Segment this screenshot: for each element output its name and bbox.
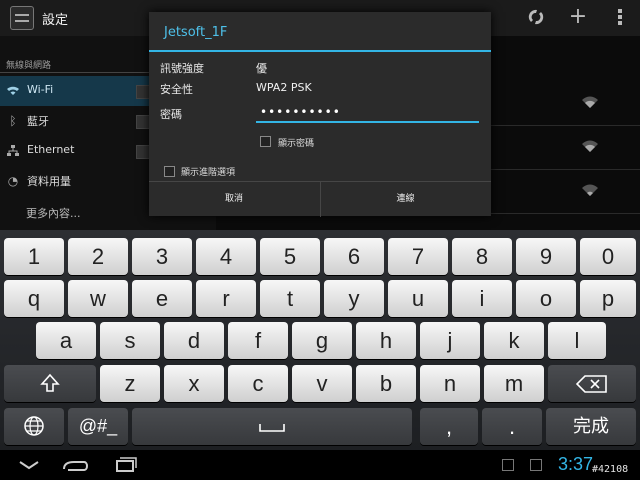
connect-button[interactable]: 連線 [320, 182, 490, 217]
key-v[interactable]: v [292, 365, 352, 402]
key-y[interactable]: y [324, 280, 384, 317]
key-z[interactable]: z [100, 365, 160, 402]
key-d[interactable]: d [164, 322, 224, 359]
done-key[interactable]: 完成 [546, 408, 636, 445]
password-label: 密碼 [160, 108, 182, 121]
menu-item-label: 更多內容... [26, 207, 81, 220]
space-bar-icon [259, 424, 285, 432]
comma-key[interactable]: , [420, 408, 478, 445]
menu-item-label: Wi-Fi [27, 83, 54, 96]
ethernet-icon [6, 144, 20, 158]
wifi-signal-icon [582, 96, 598, 108]
space-key[interactable] [132, 408, 412, 445]
dialog-button-bar: 取消 連線 [149, 181, 491, 217]
key-h[interactable]: h [356, 322, 416, 359]
watermark-label: #42108 [592, 464, 629, 475]
key-i[interactable]: i [452, 280, 512, 317]
key-x[interactable]: x [164, 365, 224, 402]
hide-keyboard-icon[interactable] [14, 455, 44, 475]
shift-key[interactable] [4, 365, 96, 402]
menu-item-label: 藍牙 [27, 115, 49, 128]
period-key[interactable]: . [482, 408, 542, 445]
wifi-connect-dialog: Jetsoft_1F 訊號強度 優 安全性 WPA2 PSK 密碼 顯示密碼 顯… [149, 12, 491, 217]
app-title: 設定 [42, 13, 69, 28]
status-clock: 3:37 [558, 454, 594, 474]
key-u[interactable]: u [388, 280, 448, 317]
gallery-notification-icon [530, 459, 542, 471]
wifi-signal-icon [582, 140, 598, 152]
key-o[interactable]: o [516, 280, 576, 317]
key-f[interactable]: f [228, 322, 288, 359]
key-2[interactable]: 2 [68, 238, 128, 275]
shift-icon [40, 373, 60, 392]
bluetooth-icon: ᛒ [9, 114, 17, 128]
system-nav-bar: 3:37 [0, 450, 640, 480]
menu-item-label: 資料用量 [27, 175, 71, 188]
key-w[interactable]: w [68, 280, 128, 317]
key-s[interactable]: s [100, 322, 160, 359]
key-n[interactable]: n [420, 365, 480, 402]
show-password-label[interactable]: 顯示密碼 [278, 136, 314, 149]
cancel-button[interactable]: 取消 [149, 182, 319, 217]
home-icon[interactable] [60, 455, 90, 475]
key-a[interactable]: a [36, 322, 96, 359]
password-input[interactable] [256, 103, 479, 123]
backspace-icon [575, 375, 607, 393]
globe-icon [24, 416, 44, 436]
key-r[interactable]: r [196, 280, 256, 317]
key-p[interactable]: p [580, 280, 636, 317]
security-value: WPA2 PSK [256, 81, 312, 94]
key-e[interactable]: e [132, 280, 192, 317]
advanced-options-checkbox[interactable] [164, 166, 175, 177]
menu-item-label: Ethernet [27, 143, 75, 156]
action-bar-icons: + [524, 4, 632, 30]
key-6[interactable]: 6 [324, 238, 384, 275]
key-q[interactable]: q [4, 280, 64, 317]
wifi-icon [6, 84, 20, 98]
show-password-checkbox[interactable] [260, 136, 271, 147]
soft-keyboard: 1 2 3 4 5 6 7 8 9 0 q w e r t y u i o p … [0, 230, 640, 450]
add-icon[interactable]: + [566, 4, 590, 30]
key-k[interactable]: k [484, 322, 544, 359]
key-9[interactable]: 9 [516, 238, 576, 275]
key-b[interactable]: b [356, 365, 416, 402]
dialog-title-divider [149, 50, 491, 52]
key-5[interactable]: 5 [260, 238, 320, 275]
security-label: 安全性 [160, 83, 193, 96]
data-usage-icon: ◔ [7, 174, 19, 188]
keyboard-notification-icon [502, 459, 514, 471]
wifi-signal-icon [582, 184, 598, 196]
key-7[interactable]: 7 [388, 238, 448, 275]
recent-apps-icon[interactable] [110, 455, 140, 475]
key-4[interactable]: 4 [196, 238, 256, 275]
key-g[interactable]: g [292, 322, 352, 359]
key-3[interactable]: 3 [132, 238, 192, 275]
key-t[interactable]: t [260, 280, 320, 317]
signal-strength-value: 優 [256, 62, 267, 75]
key-c[interactable]: c [228, 365, 288, 402]
key-0[interactable]: 0 [580, 238, 636, 275]
key-1[interactable]: 1 [4, 238, 64, 275]
key-l[interactable]: l [548, 322, 606, 359]
settings-app-icon[interactable] [10, 6, 34, 30]
wps-icon[interactable] [524, 4, 548, 30]
signal-strength-label: 訊號強度 [160, 62, 204, 75]
key-8[interactable]: 8 [452, 238, 512, 275]
backspace-key[interactable] [548, 365, 636, 402]
key-m[interactable]: m [484, 365, 544, 402]
symbols-key[interactable]: @#_ [68, 408, 128, 445]
dialog-title: Jetsoft_1F [164, 25, 228, 40]
section-header: 無線與網路 [6, 61, 52, 71]
key-j[interactable]: j [420, 322, 480, 359]
language-key[interactable] [4, 408, 64, 445]
overflow-menu-icon[interactable] [608, 4, 632, 30]
advanced-options-label[interactable]: 顯示進階選項 [181, 165, 235, 178]
